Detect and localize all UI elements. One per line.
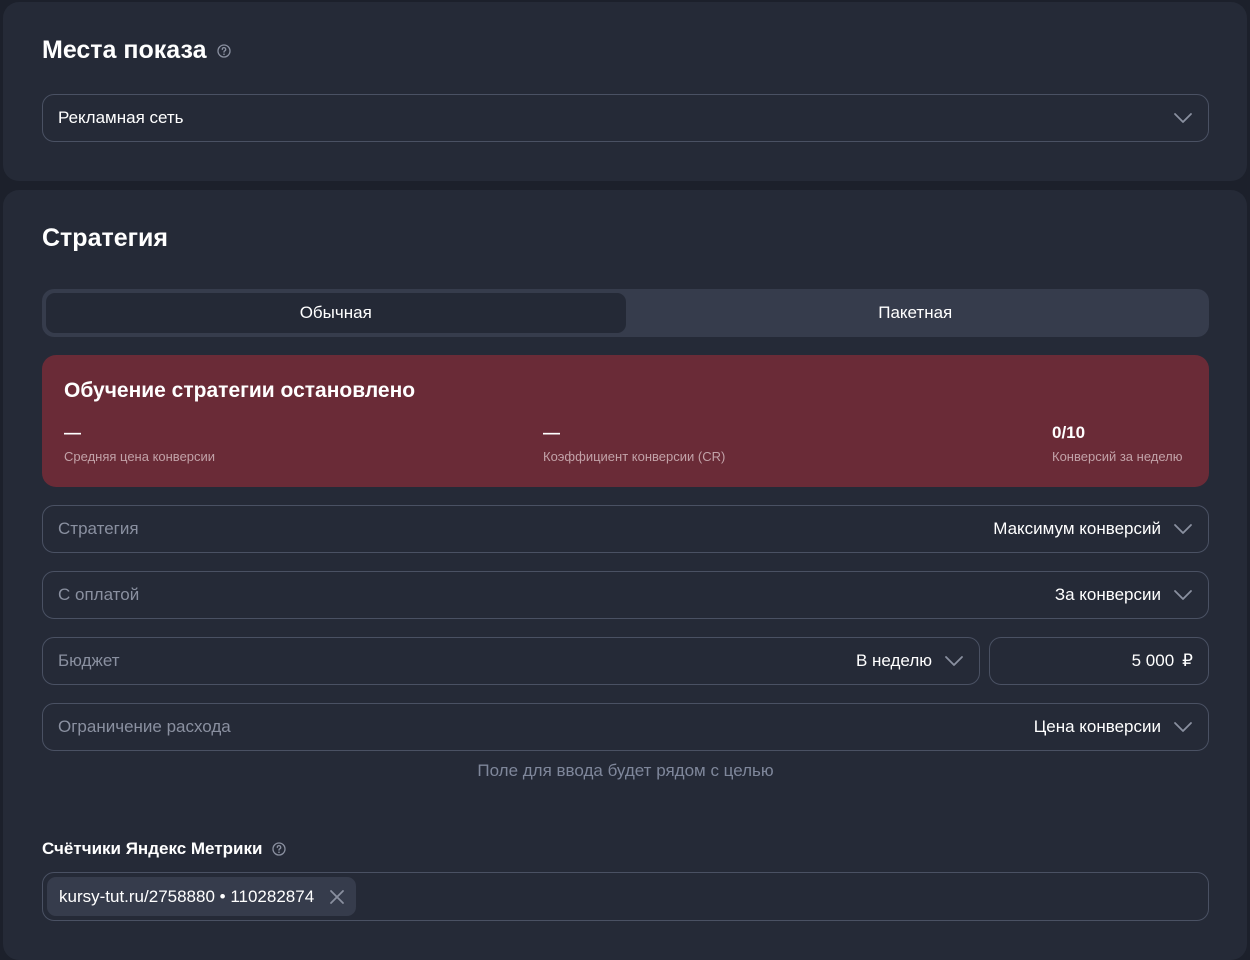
- help-circle-icon[interactable]: [272, 842, 287, 856]
- metric-label: Коэффициент конверсии (CR): [543, 449, 726, 464]
- alert-title: Обучение стратегии остановлено: [64, 379, 416, 402]
- chevron-down-icon: [1173, 523, 1193, 535]
- placements-select-value: Рекламная сеть: [58, 108, 184, 127]
- strategy-select-value: Максимум конверсий: [993, 519, 1161, 538]
- budget-amount-value: 5 000: [1131, 651, 1175, 670]
- placements-title-row: Места показа: [42, 36, 231, 65]
- metric-value: —: [64, 423, 81, 442]
- spend-limit-select[interactable]: Ограничение расхода Цена конверсии: [42, 703, 1209, 751]
- budget-amount-input[interactable]: 5 000 ₽: [989, 637, 1209, 685]
- metric-conversion-rate: — Коэффициент конверсии (CR): [543, 423, 725, 464]
- strategy-title: Стратегия: [42, 224, 168, 253]
- placements-title: Места показа: [42, 36, 207, 64]
- metrika-counters-title-row: Счётчики Яндекс Метрики: [42, 839, 287, 859]
- metric-value: 0/10: [1052, 423, 1086, 442]
- spend-limit-hint: Поле для ввода будет рядом с целью: [477, 761, 774, 780]
- counter-chip-label: kursy-tut.ru/2758880 • 110282874: [59, 886, 315, 906]
- metrika-counters-title: Счётчики Яндекс Метрики: [42, 839, 263, 858]
- strategy-select-label: Стратегия: [58, 519, 139, 538]
- payment-select-value: За конверсии: [1054, 585, 1161, 604]
- strategy-select[interactable]: Стратегия Максимум конверсий: [42, 505, 1209, 553]
- metric-conversions-per-week: 0/10 Конверсий за неделю: [1052, 423, 1182, 464]
- payment-select-label: С оплатой: [58, 585, 140, 604]
- budget-period-select[interactable]: Бюджет В неделю: [42, 637, 980, 685]
- metrika-counters-input[interactable]: kursy-tut.ru/2758880 • 110282874: [42, 872, 1209, 921]
- spend-limit-value: Цена конверсии: [1033, 717, 1161, 736]
- chevron-down-icon: [1173, 112, 1193, 124]
- metric-value: —: [543, 423, 560, 442]
- payment-select[interactable]: С оплатой За конверсии: [42, 571, 1209, 619]
- budget-select-label: Бюджет: [58, 651, 120, 670]
- strategy-title-text: Стратегия: [42, 224, 168, 252]
- chevron-down-icon: [1173, 721, 1193, 733]
- budget-select-value: В неделю: [855, 651, 932, 670]
- metric-label: Конверсий за неделю: [1052, 449, 1183, 464]
- tab-regular[interactable]: Обычная: [46, 293, 626, 333]
- help-circle-icon[interactable]: [216, 43, 231, 58]
- spend-limit-label: Ограничение расхода: [58, 717, 231, 736]
- strategy-tabs: Обычная Пакетная: [42, 289, 1209, 337]
- chevron-down-icon: [1173, 589, 1193, 601]
- placements-card: Места показа Рекламная сеть: [3, 2, 1247, 181]
- learning-stopped-alert: Обучение стратегии остановлено — Средняя…: [42, 355, 1209, 487]
- counter-chip: kursy-tut.ru/2758880 • 110282874: [47, 877, 357, 916]
- chevron-down-icon: [944, 655, 964, 667]
- currency-symbol: ₽: [1182, 651, 1193, 670]
- metric-label: Средняя цена конверсии: [64, 449, 216, 464]
- placements-select[interactable]: Рекламная сеть: [42, 94, 1209, 142]
- metric-avg-conversion-price: — Средняя цена конверсии: [64, 423, 215, 464]
- close-icon[interactable]: [328, 888, 346, 906]
- strategy-card: Стратегия Обычная Пакетная Обучение стра…: [3, 190, 1247, 960]
- tab-package[interactable]: Пакетная: [626, 293, 1206, 333]
